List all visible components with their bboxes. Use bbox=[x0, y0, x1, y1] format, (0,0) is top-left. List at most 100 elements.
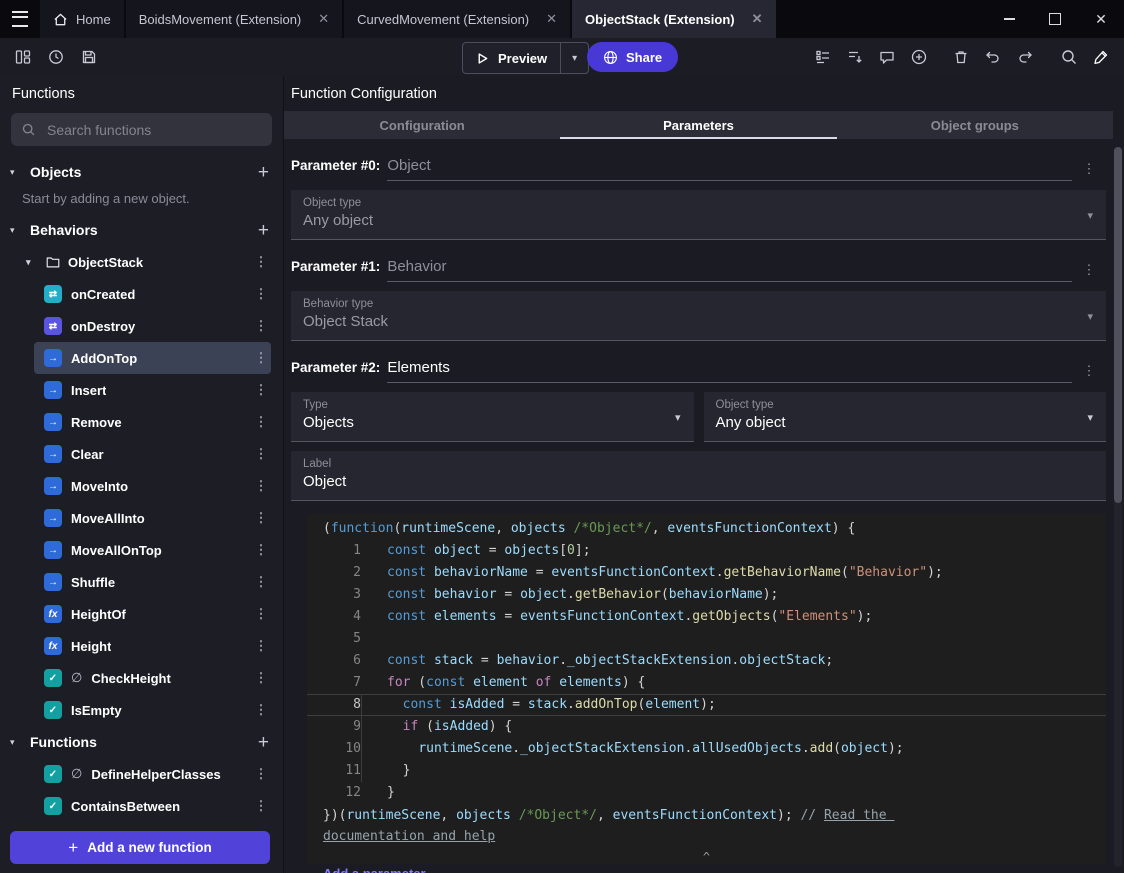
export-events-button[interactable] bbox=[840, 42, 870, 72]
kebab-menu-icon[interactable]: ⋮ bbox=[253, 670, 269, 686]
parameter-2-name-input[interactable]: Elements bbox=[387, 358, 1072, 383]
function-item-insert[interactable]: → Insert ⋮ bbox=[34, 374, 271, 406]
events-list-button[interactable] bbox=[808, 42, 838, 72]
kebab-menu-icon[interactable]: ⋮ bbox=[253, 702, 269, 718]
code-token: ]; bbox=[574, 543, 591, 558]
comment-button[interactable] bbox=[872, 42, 902, 72]
kebab-menu-icon[interactable]: ⋮ bbox=[253, 542, 269, 558]
close-tab-icon[interactable]: ✕ bbox=[318, 11, 329, 27]
kebab-menu-icon[interactable]: ⋮ bbox=[253, 798, 269, 814]
parameter-1-menu-button[interactable]: ⋮ bbox=[1072, 262, 1106, 278]
close-window-button[interactable]: ✕ bbox=[1078, 0, 1124, 38]
tab-boidsmovement-extension[interactable]: BoidsMovement (Extension) ✕ bbox=[125, 0, 343, 38]
function-item-addontop[interactable]: → AddOnTop ⋮ bbox=[34, 342, 271, 374]
parameter-2-object-type-select[interactable]: Object type Any object ▾ bbox=[703, 392, 1106, 442]
kebab-menu-icon[interactable]: ⋮ bbox=[253, 414, 269, 430]
tab-curvedmovement-extension[interactable]: CurvedMovement (Extension) ✕ bbox=[344, 0, 571, 38]
function-item-label: CheckHeight bbox=[91, 670, 171, 686]
add-new-function-button[interactable]: + Add a new function bbox=[10, 831, 270, 864]
kebab-menu-icon[interactable]: ⋮ bbox=[253, 350, 269, 366]
preview-options-button[interactable]: ▾ bbox=[560, 43, 588, 73]
open-panels-button[interactable] bbox=[8, 42, 38, 72]
parameter-2-menu-button[interactable]: ⋮ bbox=[1072, 363, 1106, 379]
kebab-menu-icon[interactable]: ⋮ bbox=[253, 446, 269, 462]
add-behavior-button[interactable]: + bbox=[258, 221, 269, 240]
collapse-editor-button[interactable]: ^ bbox=[703, 850, 710, 864]
edit-mode-button[interactable] bbox=[1086, 42, 1116, 72]
function-item-shuffle[interactable]: → Shuffle ⋮ bbox=[34, 566, 271, 598]
redo-button[interactable] bbox=[1010, 42, 1040, 72]
tree-header-behaviors[interactable]: ▾ Behaviors + bbox=[0, 214, 283, 246]
behaviors-header-label: Behaviors bbox=[30, 222, 98, 238]
save-button[interactable] bbox=[74, 42, 104, 72]
history-button[interactable] bbox=[41, 42, 71, 72]
main-scrollbar[interactable] bbox=[1114, 147, 1122, 867]
undo-button[interactable] bbox=[978, 42, 1008, 72]
search-functions-input[interactable] bbox=[45, 120, 262, 139]
search-button[interactable] bbox=[1054, 42, 1084, 72]
behavior-group-objectstack[interactable]: ▾ ObjectStack ⋮ bbox=[0, 246, 283, 278]
main-menu-button[interactable] bbox=[0, 0, 40, 38]
parameter-2-type-select[interactable]: Type Objects ▾ bbox=[291, 392, 694, 442]
kebab-menu-icon[interactable]: ⋮ bbox=[253, 286, 269, 302]
kebab-menu-icon[interactable]: ⋮ bbox=[253, 318, 269, 334]
close-tab-icon[interactable]: ✕ bbox=[546, 11, 557, 27]
chevron-down-icon: ▾ bbox=[10, 224, 15, 235]
parameter-0-name-input[interactable]: Object bbox=[387, 156, 1072, 181]
kebab-menu-icon[interactable]: ⋮ bbox=[253, 510, 269, 526]
kebab-menu-icon[interactable]: ⋮ bbox=[253, 766, 269, 782]
parameter-0-menu-button[interactable]: ⋮ bbox=[1072, 161, 1106, 177]
function-item-isempty[interactable]: ✓ IsEmpty ⋮ bbox=[34, 694, 271, 726]
parameter-0-object-type-select[interactable]: Object type Any object ▾ bbox=[291, 190, 1106, 240]
code-token: objects bbox=[456, 808, 511, 823]
parameter-1-behavior-type-select[interactable]: Behavior type Object Stack ▾ bbox=[291, 291, 1106, 341]
kebab-menu-icon[interactable]: ⋮ bbox=[253, 478, 269, 494]
function-item-ondestroy[interactable]: ⇄ onDestroy ⋮ bbox=[34, 310, 271, 342]
kebab-menu-icon[interactable]: ⋮ bbox=[253, 638, 269, 654]
share-button[interactable]: Share bbox=[587, 42, 679, 72]
tree-header-objects[interactable]: ▾ Objects + bbox=[0, 156, 283, 188]
function-item-moveallontop[interactable]: → MoveAllOnTop ⋮ bbox=[34, 534, 271, 566]
tab-configuration[interactable]: Configuration bbox=[284, 111, 560, 139]
code-editor[interactable]: (function(runtimeScene, objects /*Object… bbox=[307, 514, 1106, 864]
parameter-2-name: Elements bbox=[387, 359, 450, 376]
function-item-moveallinto[interactable]: → MoveAllInto ⋮ bbox=[34, 502, 271, 534]
maximize-button[interactable] bbox=[1032, 0, 1078, 38]
add-event-button[interactable] bbox=[904, 42, 934, 72]
kebab-menu-icon[interactable]: ⋮ bbox=[253, 574, 269, 590]
field-value: Object bbox=[303, 473, 347, 490]
function-item-height[interactable]: fx Height ⋮ bbox=[34, 630, 271, 662]
function-item-checkheight[interactable]: ✓ ∅ CheckHeight ⋮ bbox=[34, 662, 271, 694]
function-item-moveinto[interactable]: → MoveInto ⋮ bbox=[34, 470, 271, 502]
function-item-definehelperclasses[interactable]: ✓ ∅ DefineHelperClasses ⋮ bbox=[34, 758, 271, 790]
function-item-clear[interactable]: → Clear ⋮ bbox=[34, 438, 271, 470]
search-functions-box[interactable] bbox=[11, 113, 272, 146]
kebab-menu-icon[interactable]: ⋮ bbox=[253, 606, 269, 622]
function-item-oncreated[interactable]: ⇄ onCreated ⋮ bbox=[34, 278, 271, 310]
add-parameter-button-partial[interactable]: Add a parameter bbox=[323, 866, 426, 873]
tab-home[interactable]: Home bbox=[40, 0, 124, 38]
line-number: 8 bbox=[353, 697, 361, 712]
code-token: // bbox=[800, 808, 824, 823]
parameter-2-label-field[interactable]: Label Object bbox=[291, 451, 1106, 501]
tab-parameters[interactable]: Parameters bbox=[560, 111, 837, 139]
parameter-1-name-input[interactable]: Behavior bbox=[387, 257, 1072, 282]
function-item-containsbetween[interactable]: ✓ ContainsBetween ⋮ bbox=[34, 790, 271, 822]
add-object-button[interactable]: + bbox=[258, 163, 269, 182]
minimize-button[interactable] bbox=[986, 0, 1032, 38]
close-tab-icon[interactable]: ✕ bbox=[752, 11, 763, 27]
delete-button[interactable] bbox=[946, 42, 976, 72]
kebab-menu-icon[interactable]: ⋮ bbox=[253, 382, 269, 398]
tab-objectstack-extension[interactable]: ObjectStack (Extension) ✕ bbox=[572, 0, 776, 38]
function-item-remove[interactable]: → Remove ⋮ bbox=[34, 406, 271, 438]
function-item-heightof[interactable]: fx HeightOf ⋮ bbox=[34, 598, 271, 630]
tab-object-groups[interactable]: Object groups bbox=[837, 111, 1113, 139]
plus-circle-icon bbox=[911, 49, 927, 65]
kebab-menu-icon[interactable]: ⋮ bbox=[253, 254, 269, 270]
preview-button[interactable]: Preview ▾ bbox=[462, 42, 590, 74]
history-clock-icon bbox=[49, 50, 63, 64]
scrollbar-thumb[interactable] bbox=[1114, 147, 1122, 503]
tree-header-functions[interactable]: ▾ Functions + bbox=[0, 726, 283, 758]
comment-bubble-icon bbox=[880, 51, 894, 64]
add-function-plus-button[interactable]: + bbox=[258, 733, 269, 752]
